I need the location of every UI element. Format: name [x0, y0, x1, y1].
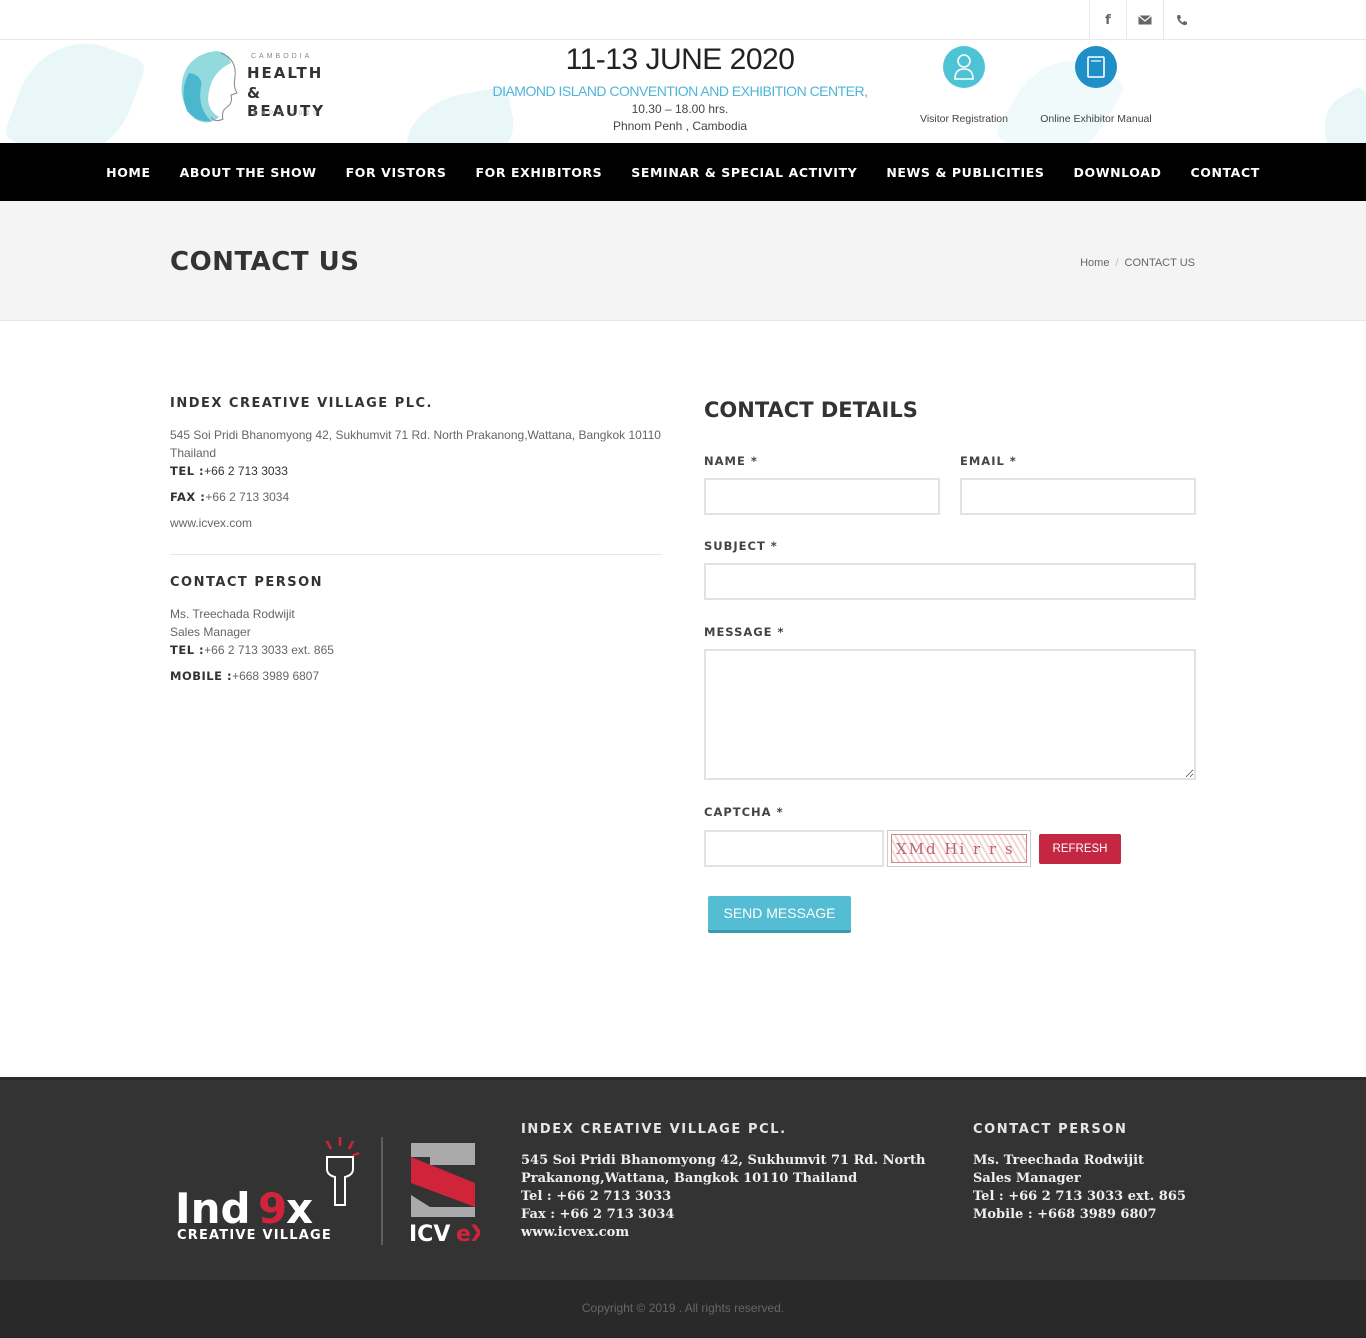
contact-person-heading: CONTACT PERSON — [170, 575, 324, 590]
breadcrumb-current: CONTACT US — [1124, 257, 1196, 269]
page-title: CONTACT US — [170, 247, 360, 277]
tel-label: TEL : — [170, 643, 205, 657]
footer-company-name: INDEX CREATIVE VILLAGE PCL. — [521, 1122, 787, 1137]
svg-text:ICV: ICV — [409, 1222, 450, 1247]
subject-input[interactable] — [704, 563, 1196, 600]
visitor-registration-label: Visitor Registration — [920, 113, 1008, 125]
event-date: 11-13 JUNE 2020 — [565, 43, 795, 76]
exhibitor-manual-label: Online Exhibitor Manual — [1040, 113, 1152, 125]
contact-form: CONTACT DETAILS NAME * EMAIL * SUBJECT *… — [704, 398, 1196, 933]
footer-person-tel: Tel : +66 2 713 3033 ext. 865 — [973, 1189, 1186, 1204]
index-wordmark: Ind — [175, 1184, 251, 1233]
svg-text:CREATIVE VILLAGE: CREATIVE VILLAGE — [177, 1228, 332, 1243]
copyright-text: Copyright © 2019 . All rights reserved. — [581, 1301, 785, 1315]
footer-person-heading: CONTACT PERSON — [973, 1122, 1128, 1137]
copyright-bar: Copyright © 2019 . All rights reserved. — [0, 1280, 1366, 1338]
svg-text:eX: eX — [456, 1222, 480, 1247]
breadcrumb-home[interactable]: Home — [1080, 257, 1109, 269]
footer-contact-person: CONTACT PERSON Ms. Treechada Rodwijit Sa… — [973, 1122, 1186, 1224]
person-name: Ms. Treechada Rodwijit — [170, 607, 295, 621]
company-address-1: 545 Soi Pridi Bhanomyong 42, Sukhumvit 7… — [170, 428, 661, 442]
nav-home[interactable]: HOME — [92, 165, 165, 180]
decorative-leaf — [1309, 85, 1366, 143]
bulb-rays-icon — [325, 1137, 360, 1158]
footer-address-2: Prakanong,Wattana, Bangkok 10110 Thailan… — [521, 1171, 858, 1186]
company-address-2: Thailand — [170, 446, 217, 460]
health-beauty-logo[interactable]: CAMBODIA HEALTH & BEAUTY EXPO 2020 — [175, 45, 345, 131]
form-heading: CONTACT DETAILS — [704, 398, 918, 422]
user-icon — [943, 46, 985, 88]
top-bar: f — [0, 0, 1366, 40]
company-fax: FAX :+66 2 713 3034 — [170, 490, 290, 504]
event-venue: DIAMOND ISLAND CONVENTION AND EXHIBITION… — [492, 83, 868, 99]
visitor-registration-button[interactable]: Visitor Registration — [894, 46, 1034, 125]
captcha-input[interactable] — [704, 830, 884, 867]
logo-country: CAMBODIA — [251, 53, 313, 60]
nav-contact[interactable]: CONTACT — [1176, 165, 1274, 180]
name-input[interactable] — [704, 478, 940, 515]
event-hours: 10.30 – 18.00 hrs. — [631, 102, 729, 116]
svg-text:x: x — [286, 1184, 313, 1233]
social-links: f — [1089, 0, 1200, 40]
send-message-button[interactable]: SEND MESSAGE — [708, 896, 851, 933]
person-mobile: MOBILE :+668 3989 6807 — [170, 669, 320, 683]
exhibitor-manual-button[interactable]: Online Exhibitor Manual — [1026, 46, 1166, 125]
site-header: CAMBODIA HEALTH & BEAUTY EXPO 2020 11-13… — [0, 40, 1366, 143]
footer-website[interactable]: www.icvex.com — [521, 1224, 925, 1242]
main-nav: HOME ABOUT THE SHOW FOR VISTORS FOR EXHI… — [0, 143, 1366, 201]
breadcrumb: Home / CONTACT US — [1080, 257, 1195, 269]
index-icvex-logo: Ind 9 x CREATIVE VILLAGE ICV eX — [175, 1137, 488, 1247]
email-label: EMAIL * — [960, 454, 1017, 468]
site-footer: Ind 9 x CREATIVE VILLAGE ICV eX INDEX CR… — [0, 1077, 1366, 1280]
person-tel: TEL :+66 2 713 3033 ext. 865 — [170, 643, 334, 657]
company-name: INDEX CREATIVE VILLAGE PLC. — [170, 396, 433, 411]
logo-line-1: HEALTH — [247, 64, 324, 82]
svg-text:9: 9 — [258, 1184, 287, 1233]
nav-for-visitors[interactable]: FOR VISTORS — [331, 165, 461, 180]
main-content: INDEX CREATIVE VILLAGE PLC. 545 Soi Prid… — [0, 321, 1366, 1077]
tel-label: TEL : — [170, 464, 205, 478]
footer-person-title: Sales Manager — [973, 1171, 1081, 1186]
page-title-bar: CONTACT US Home / CONTACT US — [0, 201, 1366, 321]
nav-about-the-show[interactable]: ABOUT THE SHOW — [165, 165, 331, 180]
footer-company: INDEX CREATIVE VILLAGE PCL. 545 Soi Prid… — [521, 1122, 925, 1242]
company-info: INDEX CREATIVE VILLAGE PLC. 545 Soi Prid… — [170, 396, 662, 685]
nav-seminar[interactable]: SEMINAR & SPECIAL ACTIVITY — [617, 165, 872, 180]
subject-label: SUBJECT * — [704, 539, 778, 553]
message-label: MESSAGE * — [704, 625, 785, 639]
divider — [170, 554, 662, 555]
fax-label: FAX : — [170, 490, 206, 504]
event-info: 11-13 JUNE 2020 DIAMOND ISLAND CONVENTIO… — [480, 43, 880, 133]
footer-fax: Fax : +66 2 713 3034 — [521, 1207, 675, 1222]
footer-person-name: Ms. Treechada Rodwijit — [973, 1153, 1145, 1168]
nav-news[interactable]: NEWS & PUBLICITIES — [872, 165, 1059, 180]
footer-logos: Ind 9 x CREATIVE VILLAGE ICV eX — [175, 1135, 488, 1252]
message-textarea[interactable] — [704, 649, 1196, 780]
phone-icon[interactable] — [1163, 0, 1200, 40]
facebook-icon[interactable]: f — [1089, 0, 1126, 40]
captcha-label: CAPTCHA * — [704, 805, 784, 819]
email-input[interactable] — [960, 478, 1196, 515]
logo-expo: EXPO 2020 — [253, 111, 321, 117]
footer-person-mobile: Mobile : +668 3989 6807 — [973, 1207, 1157, 1222]
breadcrumb-separator: / — [1115, 257, 1119, 269]
company-tel: TEL :+66 2 713 3033 — [170, 464, 288, 478]
captcha-text: XMd Hi r r s — [891, 834, 1027, 863]
nav-for-exhibitors[interactable]: FOR EXHIBITORS — [461, 165, 617, 180]
captcha-image: XMd Hi r r s — [887, 830, 1031, 867]
footer-tel: Tel : +66 2 713 3033 — [521, 1189, 672, 1204]
mobile-label: MOBILE : — [170, 669, 233, 683]
company-website[interactable]: www.icvex.com — [170, 514, 662, 532]
decorative-leaf — [2, 40, 148, 143]
footer-address-1: 545 Soi Pridi Bhanomyong 42, Sukhumvit 7… — [521, 1153, 926, 1168]
mail-icon[interactable] — [1126, 0, 1163, 40]
book-icon — [1075, 46, 1117, 88]
face-logo-icon — [181, 51, 238, 123]
nav-download[interactable]: DOWNLOAD — [1059, 165, 1176, 180]
refresh-captcha-button[interactable]: REFRESH — [1039, 834, 1121, 864]
event-city: Phnom Penh , Cambodia — [612, 119, 748, 133]
person-title: Sales Manager — [170, 625, 251, 639]
name-label: NAME * — [704, 454, 758, 468]
